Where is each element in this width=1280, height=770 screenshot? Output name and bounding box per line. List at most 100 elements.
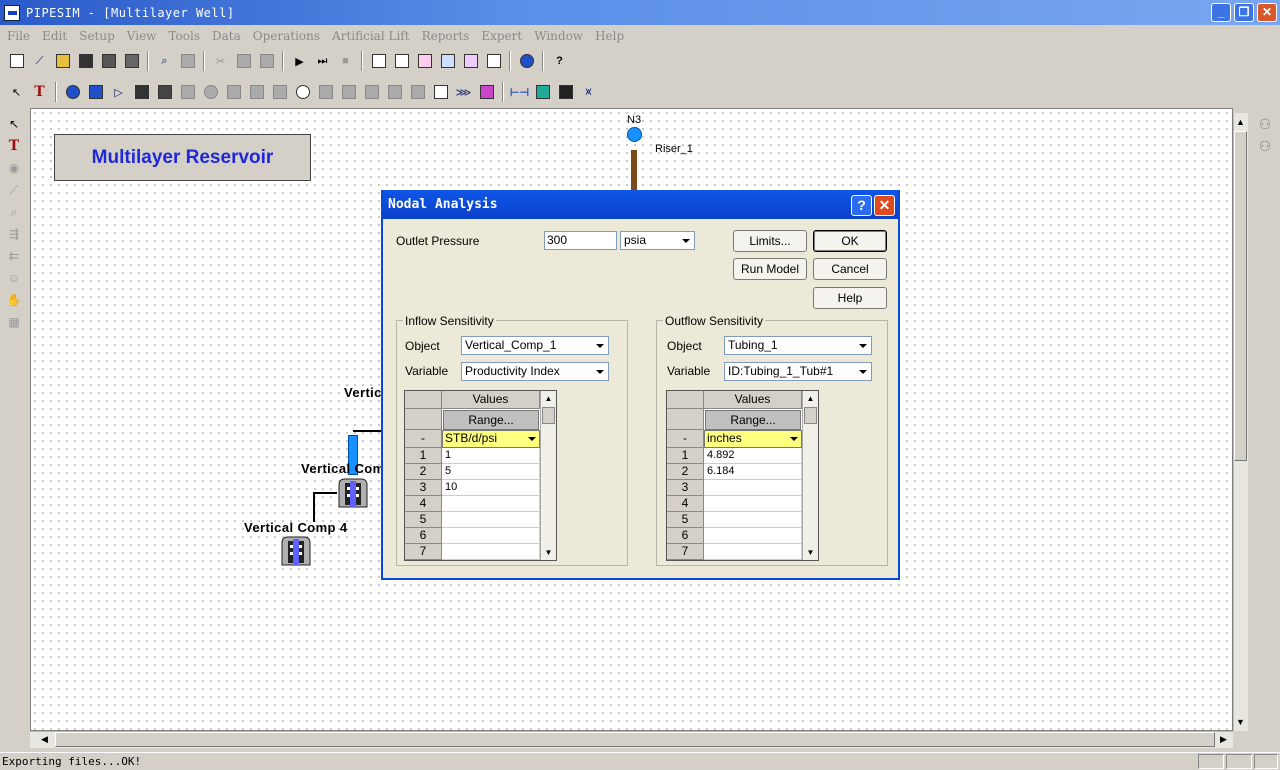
sink-icon[interactable] xyxy=(86,82,106,102)
vertical-completion-icon[interactable] xyxy=(132,82,152,102)
node-icon[interactable]: ◉ xyxy=(3,158,25,178)
injection-point-icon[interactable] xyxy=(385,82,405,102)
grid-cell[interactable]: 6.184 xyxy=(704,464,802,480)
maximize-button[interactable]: ❐ xyxy=(1234,3,1254,22)
chevron-down-icon[interactable] xyxy=(855,338,870,353)
pump-icon[interactable] xyxy=(201,82,221,102)
meter-icon[interactable] xyxy=(293,82,313,102)
wand-icon[interactable]: ⟋ xyxy=(30,51,50,71)
menu-help[interactable]: Help xyxy=(595,29,624,43)
tree-expand-icon[interactable]: ⚇ xyxy=(1254,116,1276,136)
cut-icon[interactable]: ✂ xyxy=(211,51,231,71)
chevron-down-icon[interactable] xyxy=(787,432,800,445)
person-icon[interactable]: ☺ xyxy=(3,268,25,288)
grid-cell[interactable] xyxy=(442,496,540,512)
vertical-completion-icon[interactable] xyxy=(279,535,313,567)
scroll-down-icon[interactable]: ▼ xyxy=(1234,716,1247,729)
chevron-down-icon[interactable] xyxy=(678,233,693,248)
hand-icon[interactable]: ✋ xyxy=(3,290,25,310)
draw-icon[interactable]: ⟋ xyxy=(3,180,25,200)
run-model-button[interactable]: Run Model xyxy=(733,258,807,280)
outlet-pressure-input[interactable]: 300 xyxy=(544,231,617,250)
flowline-icon[interactable] xyxy=(556,82,576,102)
scroll-thumb[interactable] xyxy=(542,407,555,424)
print-icon[interactable] xyxy=(178,51,198,71)
save-as-icon[interactable] xyxy=(99,51,119,71)
grid-icon[interactable]: ▦ xyxy=(3,312,25,332)
grid-cell[interactable] xyxy=(704,480,802,496)
separator-icon[interactable] xyxy=(316,82,336,102)
cancel-button[interactable]: Cancel xyxy=(813,258,887,280)
dialog-close-icon[interactable]: ✕ xyxy=(874,195,895,216)
report-icon[interactable] xyxy=(369,51,389,71)
grid-cell[interactable]: 1 xyxy=(442,448,540,464)
user-equipment-icon[interactable] xyxy=(408,82,428,102)
chevron-down-icon[interactable] xyxy=(592,364,607,379)
text-icon[interactable]: T xyxy=(3,136,25,156)
scroll-thumb[interactable] xyxy=(804,407,817,424)
grid-cell[interactable]: 4.892 xyxy=(704,448,802,464)
grid-cell[interactable] xyxy=(442,528,540,544)
menu-operations[interactable]: Operations xyxy=(253,29,320,43)
scroll-up-icon[interactable]: ▲ xyxy=(542,392,555,405)
grid-cell[interactable] xyxy=(442,544,540,560)
close-button[interactable]: ✕ xyxy=(1257,3,1277,22)
engine-keywords-icon[interactable]: ⋙ xyxy=(454,82,474,102)
globe-icon[interactable] xyxy=(517,51,537,71)
grid-cell[interactable] xyxy=(704,528,802,544)
branch-icon[interactable]: ⇶ xyxy=(3,224,25,244)
inflow-grid-scrollbar[interactable]: ▲ ▼ xyxy=(540,391,556,560)
multiphase-booster-icon[interactable] xyxy=(247,82,267,102)
chevron-down-icon[interactable] xyxy=(525,432,538,445)
heat-exchanger-icon[interactable] xyxy=(362,82,382,102)
help-button[interactable]: Help xyxy=(813,287,887,309)
menu-edit[interactable]: Edit xyxy=(42,29,67,43)
merge-icon[interactable]: ⇇ xyxy=(3,246,25,266)
source-icon[interactable] xyxy=(63,82,83,102)
chevron-down-icon[interactable] xyxy=(855,364,870,379)
help-icon[interactable]: ? xyxy=(550,51,570,71)
connector-icon[interactable]: ⊢⊣ xyxy=(510,82,530,102)
tree-collapse-icon[interactable]: ⚇ xyxy=(1254,138,1276,158)
diagram-title-box[interactable]: Multilayer Reservoir xyxy=(54,134,311,181)
new-file-icon[interactable] xyxy=(7,51,27,71)
outflow-grid-scrollbar[interactable]: ▲ ▼ xyxy=(802,391,818,560)
scroll-down-icon[interactable]: ▼ xyxy=(804,546,817,559)
pointer-icon[interactable]: ↖ xyxy=(3,114,25,134)
compressor-icon[interactable] xyxy=(178,82,198,102)
zoom-icon[interactable]: ⌕ xyxy=(3,202,25,222)
vertical-scroll-thumb[interactable] xyxy=(1234,131,1247,461)
outlet-pressure-unit-select[interactable]: psia xyxy=(620,231,695,250)
inflow-range-button[interactable]: Range... xyxy=(443,410,539,430)
chevron-down-icon[interactable] xyxy=(592,338,607,353)
system-plot-icon[interactable] xyxy=(438,51,458,71)
grid-cell[interactable] xyxy=(704,512,802,528)
tubing-icon[interactable] xyxy=(533,82,553,102)
scroll-left-icon[interactable]: ◀ xyxy=(38,733,51,746)
inflow-units-select[interactable]: STB/d/psi xyxy=(442,430,540,448)
scroll-right-icon[interactable]: ▶ xyxy=(1217,733,1230,746)
ok-button[interactable]: OK xyxy=(813,230,887,252)
open-folder-icon[interactable] xyxy=(53,51,73,71)
riser-pipe[interactable] xyxy=(631,150,637,190)
grid-cell[interactable] xyxy=(704,544,802,560)
grid-cell[interactable] xyxy=(442,512,540,528)
menu-artificial-lift[interactable]: Artificial Lift xyxy=(332,29,410,43)
horizontal-scroll-thumb[interactable] xyxy=(55,732,1215,747)
run-all-icon[interactable]: ⏭ xyxy=(313,51,333,71)
save-all-icon[interactable] xyxy=(122,51,142,71)
grid-cell[interactable]: 10 xyxy=(442,480,540,496)
expander-icon[interactable] xyxy=(224,82,244,102)
report-tool-icon[interactable] xyxy=(431,82,451,102)
dialog-help-icon[interactable]: ? xyxy=(851,195,872,216)
menu-reports[interactable]: Reports xyxy=(422,29,470,43)
inflow-values-grid[interactable]: Values Range... - STB/d/psi 1 1 2 5 3 10… xyxy=(404,390,557,561)
scroll-up-icon[interactable]: ▲ xyxy=(1234,116,1247,129)
find-icon[interactable]: ⌕ xyxy=(155,51,175,71)
choke-icon[interactable] xyxy=(270,82,290,102)
nodal-analysis-icon[interactable] xyxy=(477,82,497,102)
paste-icon[interactable] xyxy=(257,51,277,71)
menu-tools[interactable]: Tools xyxy=(168,29,200,43)
stop-icon[interactable]: ■ xyxy=(336,51,356,71)
outflow-object-select[interactable]: Tubing_1 xyxy=(724,336,872,355)
